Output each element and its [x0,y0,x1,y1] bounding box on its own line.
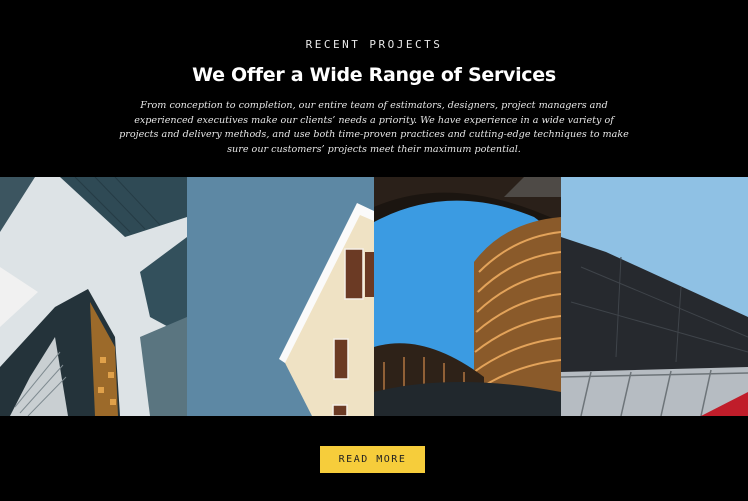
project-image-modern-building[interactable] [561,177,748,416]
project-image-tower[interactable] [374,177,561,416]
project-image-skyscrapers[interactable] [0,177,187,416]
skyscrapers-photo-icon [0,177,187,416]
read-more-button[interactable]: READ MORE [320,446,425,473]
project-image-house[interactable] [187,177,374,416]
house-facade-photo-icon [187,177,374,416]
project-gallery [0,177,748,416]
section-eyebrow: RECENT PROJECTS [305,38,443,51]
section-description: From conception to completion, our entir… [119,100,629,155]
modern-building-photo-icon [561,177,748,416]
curved-tower-photo-icon [374,177,561,416]
section-title: We Offer a Wide Range of Services [192,64,556,86]
